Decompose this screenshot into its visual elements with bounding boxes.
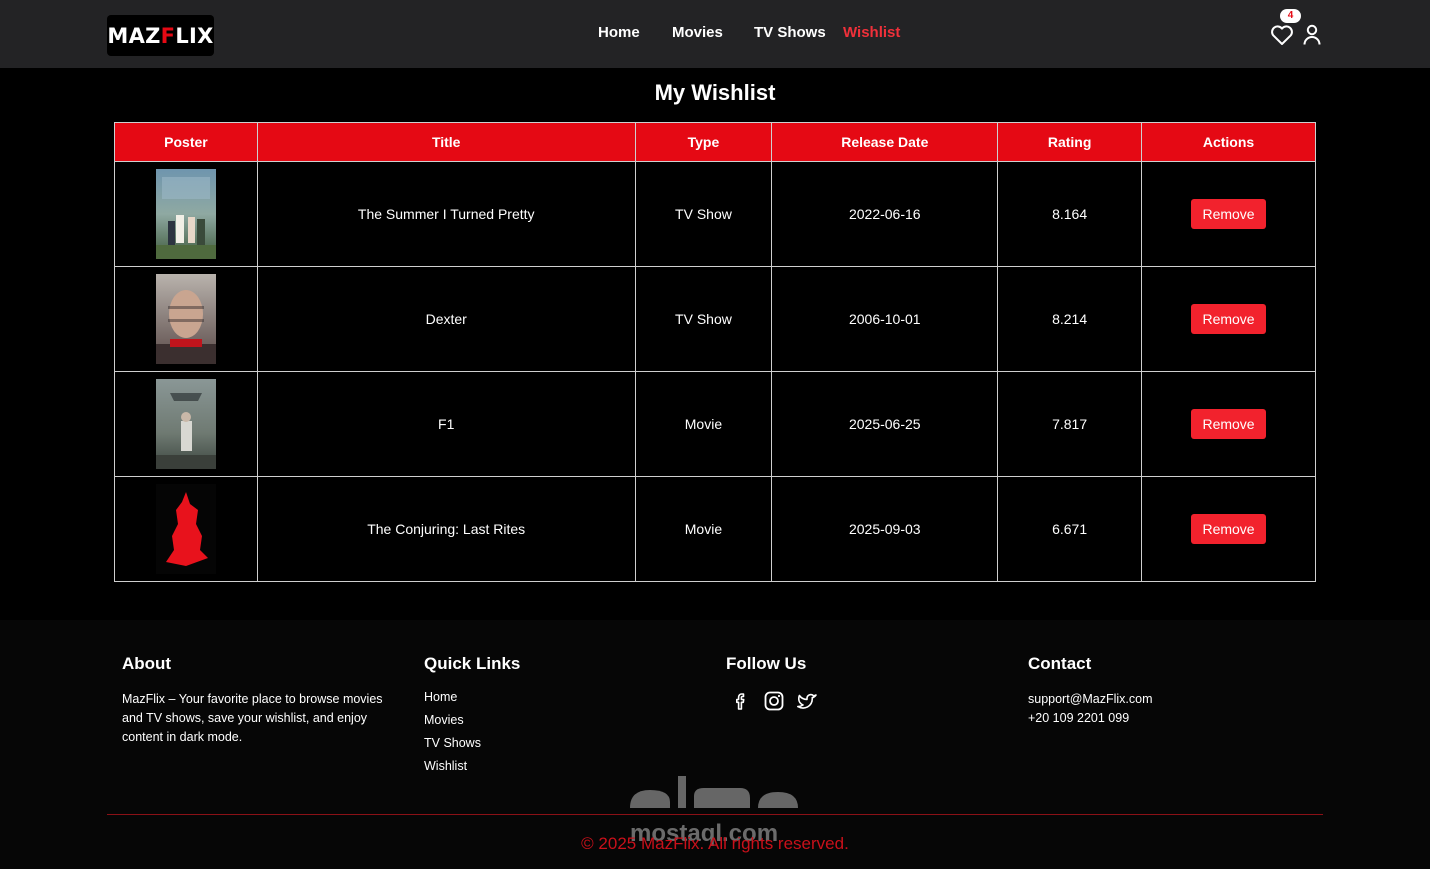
header-poster: Poster — [114, 122, 258, 162]
remove-button[interactable]: Remove — [1191, 199, 1266, 229]
release-date-cell: 2022-06-16 — [771, 161, 999, 267]
copyright-text: © 2025 MazFlix. All rights reserved. — [581, 834, 849, 853]
page-title: My Wishlist — [654, 80, 776, 105]
nav-wishlist[interactable]: Wishlist — [843, 24, 900, 41]
poster-image — [155, 274, 216, 364]
table-row: The Conjuring: Last Rites Movie 2025-09-… — [114, 476, 1316, 582]
actions-cell: Remove — [1141, 371, 1316, 477]
user-icon[interactable] — [1302, 24, 1322, 46]
type-cell: Movie — [634, 371, 773, 477]
footer-contact: Contact support@MazFlix.com +20 109 2201… — [1028, 654, 1153, 728]
header-type: Type — [634, 122, 773, 162]
remove-button[interactable]: Remove — [1191, 514, 1266, 544]
title-cell: The Conjuring: Last Rites — [256, 476, 636, 582]
footer-link-movies[interactable]: Movies — [424, 713, 520, 727]
type-cell: Movie — [634, 476, 773, 582]
nav-home[interactable]: Home — [598, 24, 640, 41]
title-cell: Dexter — [256, 266, 636, 372]
nav-movies[interactable]: Movies — [672, 24, 723, 41]
social-icons — [730, 690, 818, 712]
footer-link-home[interactable]: Home — [424, 690, 520, 704]
facebook-icon[interactable] — [730, 690, 752, 712]
nav-links: Home Movies TV Shows Wishlist — [0, 24, 1430, 46]
contact-email[interactable]: support@MazFlix.com — [1028, 690, 1153, 709]
type-cell: TV Show — [634, 266, 773, 372]
actions-cell: Remove — [1141, 476, 1316, 582]
table-row: F1 Movie 2025-06-25 7.817 Remove — [114, 371, 1316, 477]
release-date-cell: 2025-09-03 — [771, 476, 999, 582]
footer-link-wishlist[interactable]: Wishlist — [424, 759, 520, 773]
footer-quick-links-heading: Quick Links — [424, 654, 521, 673]
nav-tv-shows[interactable]: TV Shows — [754, 24, 826, 41]
poster-cell — [114, 266, 258, 372]
release-date-cell: 2025-06-25 — [771, 371, 999, 477]
rating-cell: 8.214 — [997, 266, 1143, 372]
footer-quick-links: Quick Links Home Movies TV Shows Wishlis… — [424, 654, 520, 782]
poster-cell — [114, 161, 258, 267]
release-date-cell: 2006-10-01 — [771, 266, 999, 372]
footer-contact-heading: Contact — [1028, 654, 1092, 673]
wishlist-heart-icon[interactable] — [1270, 24, 1294, 46]
type-cell: TV Show — [634, 161, 773, 267]
header-actions: Actions — [1141, 122, 1316, 162]
header-rating: Rating — [997, 122, 1143, 162]
wishlist-table: Poster Title Type Release Date Rating Ac… — [114, 122, 1316, 582]
actions-cell: Remove — [1141, 161, 1316, 267]
table-header-row: Poster Title Type Release Date Rating Ac… — [114, 122, 1316, 162]
remove-button[interactable]: Remove — [1191, 409, 1266, 439]
footer-link-tv-shows[interactable]: TV Shows — [424, 736, 520, 750]
rating-cell: 7.817 — [997, 371, 1143, 477]
table-row: Dexter TV Show 2006-10-01 8.214 Remove — [114, 266, 1316, 372]
wishlist-count-badge: 4 — [1280, 9, 1301, 23]
header-title: Title — [256, 122, 636, 162]
footer-follow: Follow Us — [726, 654, 818, 712]
instagram-icon[interactable] — [763, 690, 785, 712]
footer-about: About MazFlix – Your favorite place to b… — [122, 654, 402, 747]
footer-about-heading: About — [122, 654, 172, 673]
contact-phone: +20 109 2201 099 — [1028, 711, 1130, 725]
poster-cell — [114, 476, 258, 582]
rating-cell: 8.164 — [997, 161, 1143, 267]
remove-button[interactable]: Remove — [1191, 304, 1266, 334]
title-cell: The Summer I Turned Pretty — [256, 161, 636, 267]
poster-image — [155, 379, 216, 469]
rating-cell: 6.671 — [997, 476, 1143, 582]
navbar: MAZ F LIX Home Movies TV Shows Wishlist 4 — [0, 0, 1430, 68]
twitter-icon[interactable] — [796, 690, 818, 712]
actions-cell: Remove — [1141, 266, 1316, 372]
table-row: The Summer I Turned Pretty TV Show 2022-… — [114, 161, 1316, 267]
footer: About MazFlix – Your favorite place to b… — [0, 620, 1430, 869]
title-cell: F1 — [256, 371, 636, 477]
poster-image — [155, 484, 216, 574]
poster-image — [155, 169, 216, 259]
poster-cell — [114, 371, 258, 477]
footer-follow-heading: Follow Us — [726, 654, 807, 673]
header-release-date: Release Date — [771, 122, 999, 162]
footer-about-text: MazFlix – Your favorite place to browse … — [122, 692, 383, 744]
